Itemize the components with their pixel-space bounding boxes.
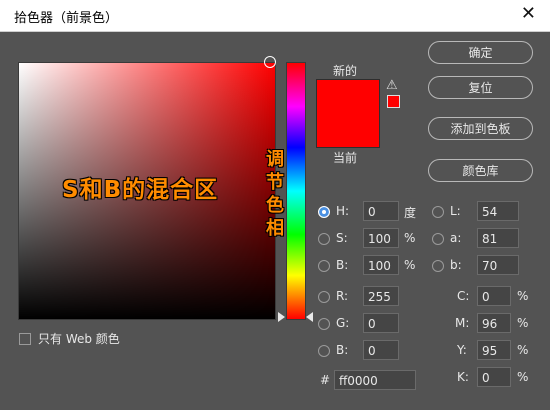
reset-button[interactable]: 复位 <box>428 76 533 99</box>
window-title: 拾色器（前景色） <box>14 11 119 26</box>
hue-slider-right-arrow-icon[interactable] <box>306 312 313 322</box>
web-safe-color-swatch[interactable] <box>387 95 400 108</box>
add-to-swatches-button[interactable]: 添加到色板 <box>428 117 533 140</box>
k-unit: % <box>517 370 529 384</box>
close-icon[interactable]: ✕ <box>521 4 536 24</box>
m-unit: % <box>517 316 529 330</box>
c-label: C: <box>457 289 470 303</box>
s-label: S: <box>336 231 348 245</box>
lab-b-radio[interactable] <box>432 260 444 272</box>
hex-label: # <box>320 373 331 387</box>
m-label: M: <box>455 316 470 330</box>
s-input[interactable]: 100 <box>363 228 399 248</box>
lab-b-input[interactable]: 70 <box>477 255 519 275</box>
c-input[interactable]: 0 <box>477 286 511 306</box>
h-label: H: <box>336 204 350 218</box>
color-libraries-button[interactable]: 颜色库 <box>428 159 533 182</box>
b-unit: % <box>404 258 416 272</box>
hue-slider-left-arrow-icon[interactable] <box>278 312 285 322</box>
web-only-label: 只有 Web 颜色 <box>38 332 120 346</box>
y-input[interactable]: 95 <box>477 340 511 360</box>
h-radio[interactable] <box>318 206 330 218</box>
color-picker-window: 拾色器（前景色） ✕ S和B的混合区 调节色相 新的 当前 ⚠ 确定 复位 添加… <box>0 0 550 410</box>
c-unit: % <box>517 289 529 303</box>
lab-a-label: a: <box>450 231 462 245</box>
g-radio[interactable] <box>318 318 330 330</box>
m-input[interactable]: 96 <box>477 313 511 333</box>
current-color-label: 当前 <box>333 151 358 165</box>
ok-button[interactable]: 确定 <box>428 41 533 64</box>
rgb-b-input[interactable]: 0 <box>363 340 399 360</box>
web-only-checkbox[interactable] <box>19 333 31 345</box>
lab-a-input[interactable]: 81 <box>477 228 519 248</box>
b-input[interactable]: 100 <box>363 255 399 275</box>
warning-icon[interactable]: ⚠ <box>386 78 398 93</box>
rgb-b-label: B: <box>336 343 349 357</box>
lab-a-radio[interactable] <box>432 233 444 245</box>
r-label: R: <box>336 289 349 303</box>
lab-l-input[interactable]: 54 <box>477 201 519 221</box>
g-input[interactable]: 0 <box>363 313 399 333</box>
new-color-label: 新的 <box>333 64 358 78</box>
lab-b-label: b: <box>450 258 462 272</box>
h-input[interactable]: 0 <box>363 201 399 221</box>
b-radio[interactable] <box>318 260 330 272</box>
r-input[interactable]: 255 <box>363 286 399 306</box>
color-picker-marker[interactable] <box>264 56 276 68</box>
title-bar: 拾色器（前景色） ✕ <box>0 0 550 32</box>
y-label: Y: <box>457 343 467 357</box>
g-label: G: <box>336 316 350 330</box>
color-preview-swatch <box>316 79 380 148</box>
annotation-hue-bar: 调节色相 <box>266 149 284 239</box>
r-radio[interactable] <box>318 291 330 303</box>
hue-slider[interactable] <box>286 62 306 320</box>
s-unit: % <box>404 231 416 245</box>
s-radio[interactable] <box>318 233 330 245</box>
h-unit: 度 <box>404 206 417 220</box>
k-input[interactable]: 0 <box>477 367 511 387</box>
k-label: K: <box>457 370 469 384</box>
y-unit: % <box>517 343 529 357</box>
lab-l-label: L: <box>450 204 461 218</box>
lab-l-radio[interactable] <box>432 206 444 218</box>
annotation-sb-field: S和B的混合区 <box>62 177 219 203</box>
hex-input[interactable]: ff0000 <box>334 370 416 390</box>
b-label: B: <box>336 258 349 272</box>
rgb-b-radio[interactable] <box>318 345 330 357</box>
